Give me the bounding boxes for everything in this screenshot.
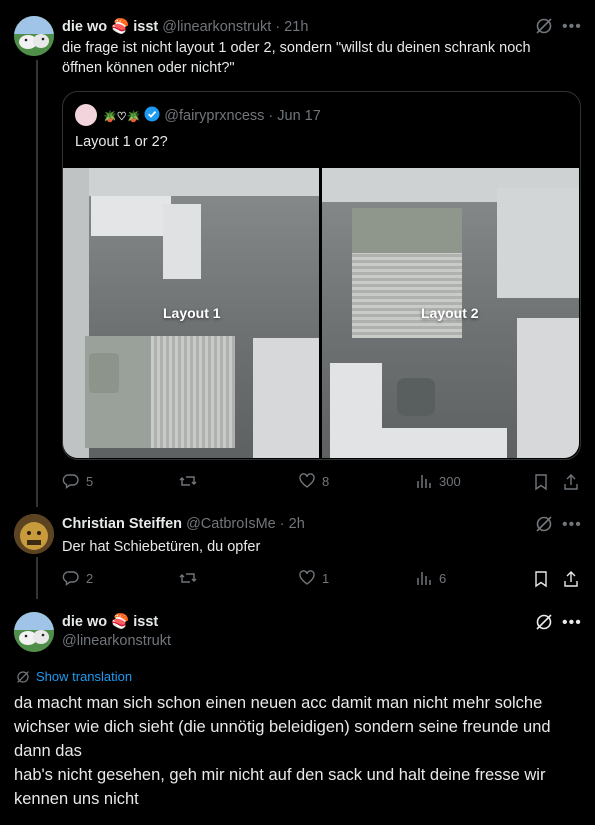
views-count: 6 <box>439 570 447 586</box>
more-icon[interactable]: ••• <box>562 18 582 36</box>
avatar-image <box>14 16 54 56</box>
views-button[interactable]: 6 <box>415 569 446 587</box>
avatar[interactable] <box>14 514 54 554</box>
image-divider <box>319 168 322 458</box>
tweet-text: Der hat Schiebetüren, du opfer <box>62 539 261 555</box>
show-translation-link[interactable]: Show translation <box>16 669 132 684</box>
display-name[interactable]: Christian Steiffen <box>62 516 182 532</box>
retweet-button[interactable] <box>178 472 204 490</box>
translate-icon <box>17 670 29 683</box>
tweet-text: die frage ist nicht layout 1 oder 2, son… <box>62 40 531 76</box>
layout-2-image[interactable]: Layout 2 <box>322 168 579 458</box>
views-count: 300 <box>439 473 461 489</box>
handle[interactable]: @linearkonstrukt <box>62 633 171 649</box>
thread-line-2 <box>36 557 38 599</box>
display-name[interactable]: die wo 🍣 isst <box>62 19 158 35</box>
like-count: 8 <box>322 473 330 489</box>
tweet-header: Christian Steiffen @CatbroIsMe · 2h <box>62 516 305 532</box>
timestamp[interactable]: · 2h <box>280 516 305 532</box>
quote-avatar[interactable] <box>75 104 97 126</box>
more-icon[interactable]: ••• <box>562 516 582 534</box>
bookmark-icon[interactable] <box>533 473 549 496</box>
reply-icon <box>62 571 79 586</box>
avatar[interactable] <box>14 612 54 652</box>
share-icon[interactable] <box>562 473 580 496</box>
reply-button[interactable]: 2 <box>62 569 93 587</box>
reply-icon <box>62 474 79 489</box>
grok-icon[interactable] <box>535 17 553 40</box>
quote-text: Layout 1 or 2? <box>75 134 168 150</box>
verified-badge-icon <box>144 106 160 126</box>
layout-1-label: Layout 1 <box>163 305 221 321</box>
more-icon[interactable]: ••• <box>562 614 582 632</box>
heart-icon <box>299 473 315 488</box>
layout-1-image[interactable]: Layout 1 <box>63 168 319 458</box>
quote-header: 🪴♡🪴 @fairyprxncess · Jun 17 <box>103 106 321 126</box>
handle[interactable]: @CatbroIsMe <box>186 516 276 532</box>
thread-line <box>36 60 38 507</box>
retweet-icon <box>179 573 197 583</box>
tweet-header: die wo 🍣 isst @linearkonstrukt · 21h <box>62 18 308 35</box>
like-button[interactable]: 1 <box>298 569 329 587</box>
avatar-image <box>14 612 54 652</box>
avatar[interactable] <box>14 16 54 56</box>
bookmark-icon[interactable] <box>533 570 549 593</box>
views-icon <box>417 475 431 488</box>
grok-icon[interactable] <box>535 515 553 538</box>
handle[interactable]: @linearkonstrukt <box>162 19 271 35</box>
like-button[interactable]: 8 <box>298 472 329 490</box>
reply-count: 5 <box>86 473 94 489</box>
retweet-button[interactable] <box>178 569 204 587</box>
quote-handle[interactable]: @fairyprxncess <box>164 108 264 124</box>
quote-display-name[interactable]: 🪴♡🪴 <box>103 110 140 123</box>
reply-count: 2 <box>86 570 94 586</box>
views-icon <box>417 572 431 585</box>
reply-button[interactable]: 5 <box>62 472 93 490</box>
layout-2-label: Layout 2 <box>421 305 479 321</box>
heart-icon <box>299 570 315 585</box>
tweet-text-line-2: hab's nicht gesehen, geh mir nicht auf d… <box>14 766 546 808</box>
avatar-image <box>14 514 54 554</box>
retweet-icon <box>179 476 197 486</box>
like-count: 1 <box>322 570 330 586</box>
timestamp[interactable]: · 21h <box>275 19 308 35</box>
tweet-text: da macht man sich schon einen neuen acc … <box>14 691 584 811</box>
quote-timestamp[interactable]: · Jun 17 <box>268 108 320 124</box>
show-translation-label: Show translation <box>36 669 133 684</box>
tweet-text-line-1: da macht man sich schon einen neuen acc … <box>14 694 551 760</box>
grok-icon[interactable] <box>535 613 553 636</box>
display-name[interactable]: die wo 🍣 isst <box>62 613 158 630</box>
views-button[interactable]: 300 <box>415 472 461 490</box>
share-icon[interactable] <box>562 570 580 593</box>
